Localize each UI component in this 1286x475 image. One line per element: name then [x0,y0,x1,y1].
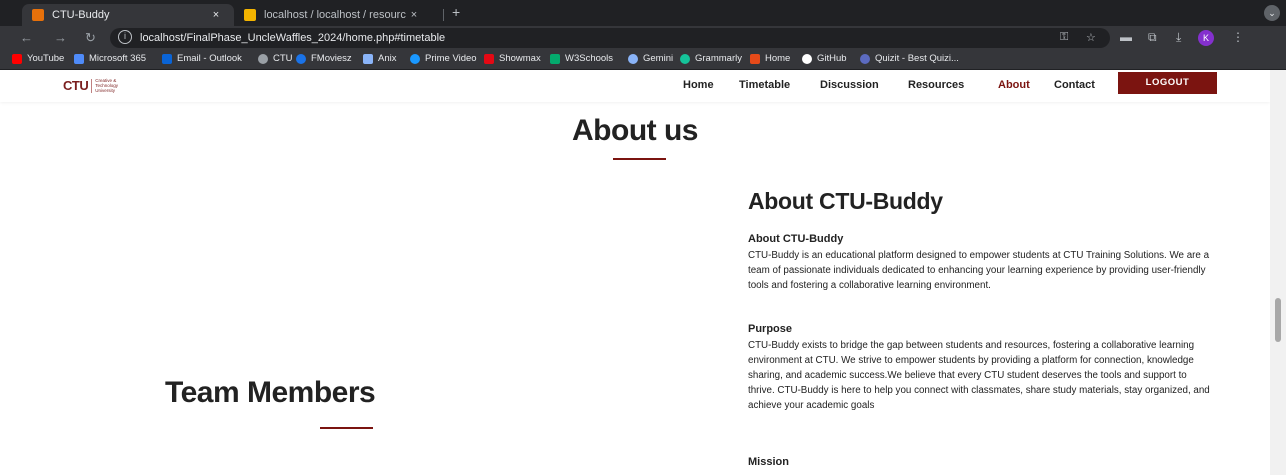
back-arrow-icon[interactable]: ← [20,30,33,46]
bookmark-grammarly[interactable]: Grammarly [680,53,742,64]
gemini-sparkle-icon [628,53,638,64]
reload-icon[interactable]: ↻ [85,30,96,46]
bookmark-outlook[interactable]: Email - Outlook [162,53,242,64]
bookmark-label: YouTube [27,53,65,64]
showmax-icon [484,53,494,64]
home-icon [750,53,760,64]
logo-divider [91,78,93,93]
close-tab-icon[interactable]: × [208,9,224,21]
nav-resources[interactable]: Resources [908,79,964,91]
about-us-heading: About us [572,114,698,147]
password-key-icon[interactable]: ⚿ [1060,31,1068,44]
bookmark-label: Microsoft 365 [89,53,147,64]
new-tab-button[interactable]: + [452,4,460,20]
close-tab-icon[interactable]: × [406,9,422,21]
tab-search-icon[interactable]: ⌄ [1264,5,1280,21]
bookmark-home[interactable]: Home [750,53,790,64]
bookmark-label: Home [765,53,791,64]
microsoft-365-icon [74,53,84,64]
about-block-text: CTU-Buddy is an educational platform des… [748,250,1210,291]
outlook-icon [162,53,172,64]
nav-home[interactable]: Home [683,79,714,91]
bookmark-label: GitHub [817,53,847,64]
mission-title: Mission [748,456,789,468]
bookmark-label: Email - Outlook [177,53,242,64]
nav-contact[interactable]: Contact [1054,79,1095,91]
bookmark-label: Grammarly [695,53,742,64]
logo-mark: CTU [63,78,89,93]
grammarly-icon [680,53,690,64]
about-heading-underline [613,158,666,160]
nav-about[interactable]: About [998,79,1030,91]
team-members-heading: Team Members [165,376,376,409]
bookmark-label: FMoviesz [311,53,352,64]
globe-icon [258,53,268,64]
browser-tab-bar: CTU-Buddy × localhost / localhost / reso… [0,0,1286,26]
bookmark-label: Prime Video [425,53,477,64]
browser-toolbar: ← → ↻ i localhost/FinalPhase_UncleWaffle… [0,26,1286,50]
bookmark-youtube[interactable]: YouTube [12,53,64,64]
ctu-logo[interactable]: CTU Creative & Technology University [63,78,118,93]
address-bar[interactable]: i localhost/FinalPhase_UncleWaffles_2024… [110,28,1110,48]
bookmark-w3schools[interactable]: W3Schools [550,53,613,64]
bookmark-prime-video[interactable]: Prime Video [410,53,477,64]
bookmark-label: Showmax [499,53,541,64]
youtube-icon [12,53,22,64]
logo-text: Creative & Technology University [95,78,118,93]
github-icon [802,53,812,64]
tab-divider [443,9,444,21]
bookmark-label: Gemini [643,53,674,64]
w3schools-icon [550,53,560,64]
browser-tab-ctu-buddy[interactable]: CTU-Buddy × [22,4,234,26]
nav-timetable[interactable]: Timetable [739,79,790,91]
page-scrollbar[interactable] [1270,70,1286,475]
tab-title: localhost / localhost / resourc [264,9,406,21]
phpmyadmin-favicon-icon [244,9,256,21]
bookmark-label: CTU [273,53,293,64]
tab-title: CTU-Buddy [52,9,110,21]
about-block-title: About CTU-Buddy [748,233,844,245]
bookmark-microsoft-365[interactable]: Microsoft 365 [74,53,146,64]
browser-menu-icon[interactable]: ⋮ [1232,30,1244,44]
bookmark-fmoviesz[interactable]: FMoviesz [296,53,352,64]
team-heading-underline [320,427,373,429]
extensions-puzzle-icon[interactable]: ⧉ [1148,30,1157,45]
bookmark-gemini[interactable]: Gemini [628,53,673,64]
anix-icon [363,53,373,64]
forward-arrow-icon[interactable]: → [54,30,67,46]
scrollbar-thumb[interactable] [1275,298,1281,342]
ctu-favicon-icon [32,9,44,21]
extension-icon[interactable]: ▬ [1120,30,1132,44]
bookmark-label: W3Schools [565,53,614,64]
bookmark-quizit[interactable]: Quizit - Best Quizi... [860,53,959,64]
bookmark-star-icon[interactable]: ☆ [1086,31,1096,44]
bookmarks-bar: YouTube Microsoft 365 Email - Outlook CT… [0,50,1286,70]
site-navbar: CTU Creative & Technology University Hom… [0,70,1270,102]
logout-button[interactable]: LOGOUT [1118,72,1217,94]
fmoviesz-icon [296,53,306,64]
bookmark-label: Quizit - Best Quizi... [875,53,959,64]
bookmark-ctu[interactable]: CTU [258,53,293,64]
profile-avatar[interactable]: K [1198,30,1214,46]
bookmark-label: Anix [378,53,397,64]
quizit-icon [860,53,870,64]
logo-text-line: University [95,88,115,93]
url-text[interactable]: localhost/FinalPhase_UncleWaffles_2024/h… [140,32,445,44]
purpose-title: Purpose [748,323,793,335]
bookmark-github[interactable]: GitHub [802,53,847,64]
bookmark-anix[interactable]: Anix [363,53,396,64]
browser-tab-phpmyadmin[interactable]: localhost / localhost / resourc × [236,4,432,26]
purpose-text: CTU-Buddy exists to bridge the gap betwe… [748,340,1210,411]
nav-discussion[interactable]: Discussion [820,79,879,91]
site-info-icon[interactable]: i [118,30,132,44]
download-icon[interactable]: ⤓ [1176,30,1181,45]
prime-video-icon [410,53,420,64]
about-ctu-buddy-heading: About CTU-Buddy [748,188,943,214]
page-viewport: CTU Creative & Technology University Hom… [0,70,1270,475]
bookmark-showmax[interactable]: Showmax [484,53,541,64]
